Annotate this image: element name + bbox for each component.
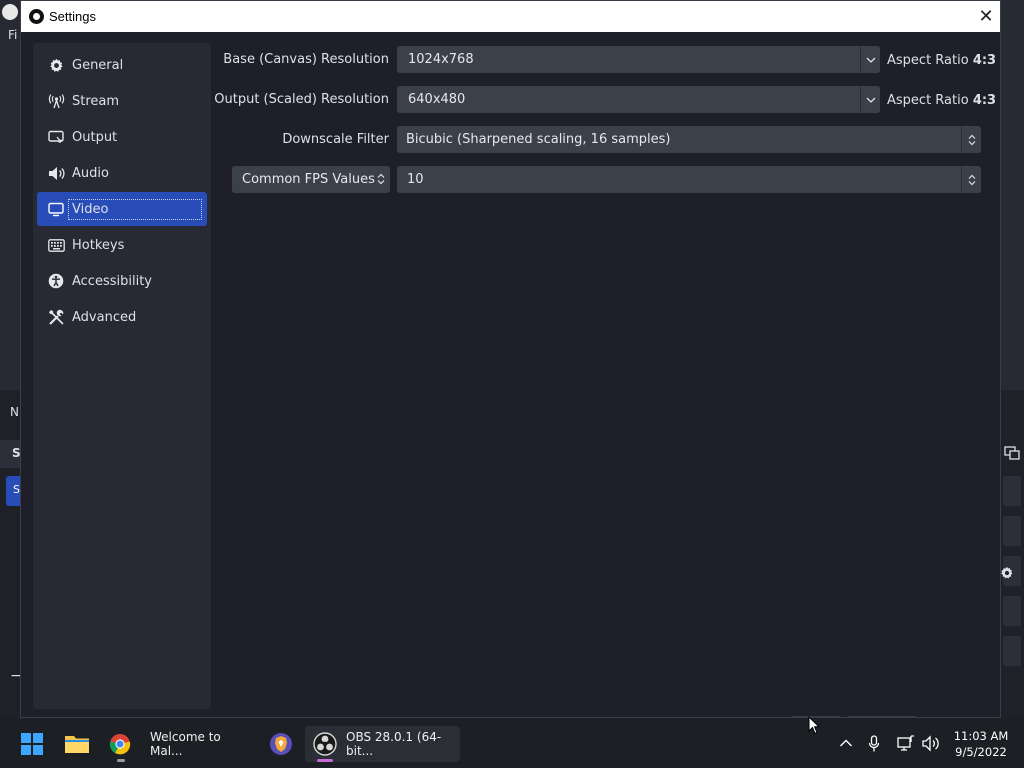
sidebar-item-audio[interactable]: Audio (37, 156, 207, 190)
taskbar-chrome-item[interactable]: Welcome to Mal... (104, 726, 254, 762)
taskbar-obs-label: OBS 28.0.1 (64-bit... (346, 730, 442, 758)
background-right-panel (1001, 390, 1024, 718)
downscale-filter-select[interactable]: Bicubic (Sharpened scaling, 16 samples) (397, 126, 981, 153)
background-selected-scene-label: S (13, 483, 20, 496)
sidebar-item-video[interactable]: Video (37, 192, 207, 226)
close-button[interactable]: ✕ (971, 1, 1001, 32)
obs-active-indicator (317, 759, 333, 762)
output-icon (45, 130, 67, 145)
sidebar-item-output[interactable]: Output (37, 120, 207, 154)
fps-type-select[interactable]: Common FPS Values (232, 166, 390, 193)
base-resolution-value: 1024x768 (408, 52, 474, 67)
volume-icon[interactable] (922, 735, 940, 756)
sidebar-item-label: Hotkeys (72, 237, 125, 253)
fps-value: 10 (407, 172, 424, 187)
base-aspect-ratio: Aspect Ratio 4:3 (887, 53, 996, 68)
brave-browser-icon[interactable] (269, 732, 293, 760)
obs-logo-icon (313, 732, 337, 756)
sidebar-item-label: Audio (72, 165, 109, 181)
dock-float-icon[interactable] (1004, 446, 1020, 464)
up-down-arrows-icon[interactable] (961, 166, 981, 193)
taskbar-obs-item[interactable]: OBS 28.0.1 (64-bit... (305, 726, 460, 762)
speaker-icon (45, 166, 67, 181)
menu-file-partial[interactable]: Fi (8, 28, 17, 42)
background-label-n: N (10, 405, 19, 419)
output-aspect-ratio: Aspect Ratio 4:3 (887, 93, 996, 108)
dialog-title: Settings (49, 9, 96, 24)
tools-icon (45, 309, 67, 326)
aspect-ratio-value: 4:3 (972, 53, 997, 68)
up-down-arrows-icon[interactable] (961, 126, 981, 153)
network-icon[interactable] (897, 735, 915, 756)
sidebar-item-accessibility[interactable]: Accessibility (37, 264, 207, 298)
sidebar-item-general[interactable]: General (37, 48, 207, 82)
aspect-ratio-prefix: Aspect Ratio (887, 53, 969, 68)
chrome-icon (109, 733, 131, 755)
sidebar-item-label: Video (68, 198, 202, 220)
taskbar-clock-date[interactable]: 9/5/2022 (950, 745, 1012, 759)
file-explorer-icon[interactable] (64, 733, 90, 759)
mouse-cursor-icon (808, 715, 821, 739)
obs-app-icon (29, 9, 44, 24)
sidebar-item-label: Advanced (72, 309, 137, 325)
taskbar-chrome-label: Welcome to Mal... (150, 730, 221, 758)
accessibility-icon (45, 273, 67, 289)
output-resolution-combobox[interactable]: 640x480 (397, 86, 880, 113)
show-hidden-icons-chevron-icon[interactable] (839, 737, 853, 752)
sidebar-item-hotkeys[interactable]: Hotkeys (37, 228, 207, 262)
background-gear-icon[interactable] (1000, 566, 1014, 584)
background-control-button[interactable] (1003, 596, 1021, 626)
aspect-ratio-value: 4:3 (972, 93, 997, 108)
fps-type-value: Common FPS Values (242, 172, 375, 187)
background-control-button[interactable] (1003, 476, 1021, 506)
sidebar-item-label: Accessibility (72, 273, 152, 289)
sidebar-item-advanced[interactable]: Advanced (37, 300, 207, 334)
chrome-running-indicator (117, 759, 125, 762)
settings-sidebar: General Stream Output Audio Video Hotkey… (33, 43, 211, 709)
antenna-icon (45, 93, 67, 109)
up-down-arrows-icon (377, 173, 385, 189)
settings-dialog: Settings ✕ General Stream Output Audio V… (20, 0, 1001, 718)
background-control-button[interactable] (1003, 516, 1021, 546)
chevron-down-icon[interactable] (860, 46, 880, 73)
sidebar-item-label: Stream (72, 93, 120, 109)
dialog-titlebar[interactable]: Settings ✕ (21, 1, 1000, 32)
obs-logo-icon (2, 4, 18, 20)
windows-start-icon[interactable] (21, 733, 43, 755)
microphone-icon[interactable] (868, 735, 880, 757)
output-resolution-value: 640x480 (408, 92, 466, 107)
background-control-button[interactable] (1003, 636, 1021, 666)
base-resolution-combobox[interactable]: 1024x768 (397, 46, 880, 73)
fps-value-select[interactable]: 10 (397, 166, 981, 193)
monitor-icon (45, 202, 67, 217)
gear-icon (45, 58, 67, 73)
aspect-ratio-prefix: Aspect Ratio (887, 93, 969, 108)
downscale-filter-value: Bicubic (Sharpened scaling, 16 samples) (406, 132, 671, 147)
output-resolution-label: Output (Scaled) Resolution (214, 92, 389, 107)
chevron-down-icon[interactable] (860, 86, 880, 113)
sidebar-item-label: General (72, 57, 124, 73)
keyboard-icon (45, 238, 67, 252)
downscale-filter-label: Downscale Filter (282, 132, 389, 147)
sidebar-item-stream[interactable]: Stream (37, 84, 207, 118)
sidebar-item-label: Output (72, 129, 118, 145)
base-resolution-label: Base (Canvas) Resolution (223, 52, 389, 67)
taskbar-clock-time[interactable]: 11:03 AM (950, 729, 1012, 743)
